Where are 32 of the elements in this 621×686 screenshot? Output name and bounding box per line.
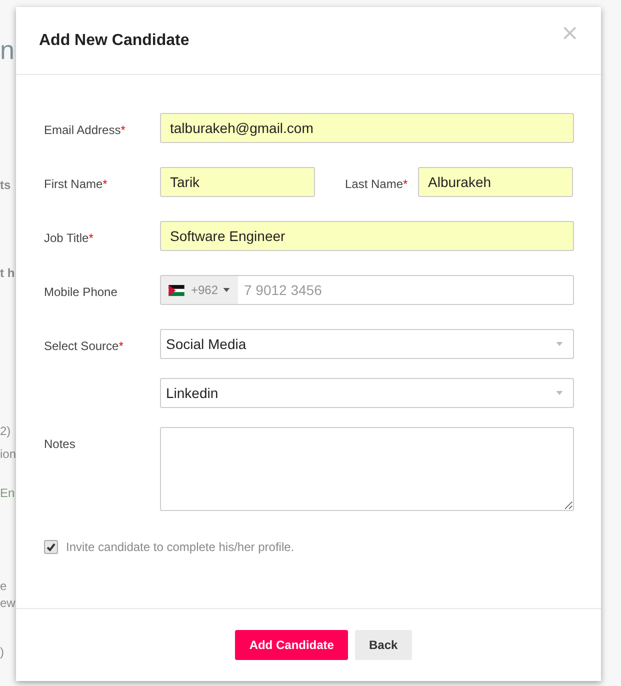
background-text: ion bbox=[0, 447, 16, 461]
field-label: Job Title* bbox=[44, 231, 94, 245]
field-label: Last Name* bbox=[345, 177, 408, 191]
background-text: 2) bbox=[0, 424, 11, 438]
add-candidate-button[interactable]: Add Candidate bbox=[235, 630, 348, 660]
flag-icon bbox=[167, 284, 186, 296]
background-text: e bbox=[0, 579, 7, 593]
field-label: Notes bbox=[44, 437, 76, 451]
notes-field[interactable] bbox=[160, 427, 574, 511]
background-text: t h bbox=[0, 266, 15, 280]
input-field[interactable]: Tarik bbox=[160, 167, 315, 197]
field-label: Email Address* bbox=[44, 123, 126, 137]
source-dropdown[interactable]: Linkedin bbox=[160, 378, 574, 408]
background-text: ew bbox=[0, 596, 16, 610]
field-label: Mobile Phone bbox=[44, 285, 118, 299]
back-button[interactable]: Back bbox=[354, 630, 412, 660]
background-text: ) bbox=[0, 645, 4, 659]
background-text: n bbox=[0, 35, 14, 66]
caret-icon bbox=[223, 288, 230, 292]
checkbox-label: Invite candidate to complete his/her profile. bbox=[66, 540, 294, 554]
background-text: En bbox=[0, 486, 15, 500]
field-label: Select Source* bbox=[44, 339, 124, 353]
input-field[interactable]: talburakeh@gmail.com bbox=[160, 113, 574, 143]
caret-icon bbox=[556, 391, 563, 395]
dialog-title: Add New Candidate bbox=[39, 32, 190, 50]
caret-icon bbox=[556, 342, 563, 346]
background-text: ts bbox=[0, 178, 11, 192]
input-field[interactable]: Alburakeh bbox=[418, 167, 573, 197]
input-field[interactable]: Software Engineer bbox=[160, 221, 574, 251]
field-label: First Name* bbox=[44, 177, 108, 191]
source-dropdown[interactable]: Social Media bbox=[160, 329, 574, 359]
checkbox[interactable] bbox=[44, 540, 58, 554]
